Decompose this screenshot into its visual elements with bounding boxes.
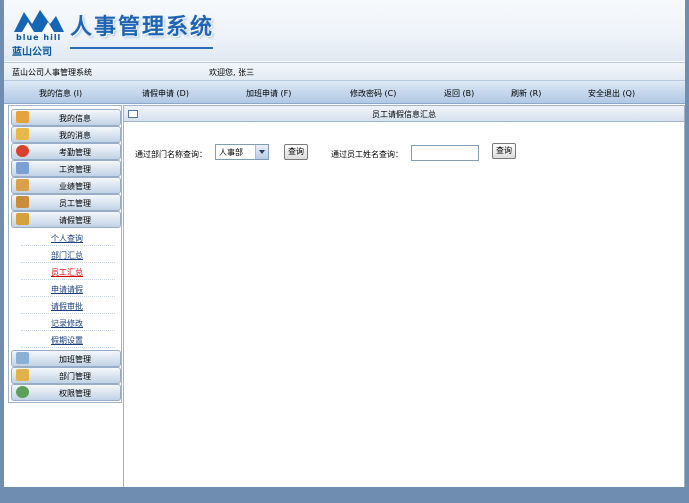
sub-leave-approval[interactable]: 请假审批 [21, 297, 115, 314]
top-menu-bar: 我的信息 (I) 请假申请 (D) 加班申请 (F) 修改密码 (C) 返回 (… [4, 81, 685, 104]
system-title: 人事管理系统 [70, 15, 215, 40]
nav-label: 请假管理 [59, 216, 91, 225]
sub-holiday-settings[interactable]: 假期设置 [21, 331, 115, 348]
welcome-text: 欢迎您, 张三 [209, 68, 255, 77]
department-select-value: 人事部 [219, 148, 243, 157]
nav-label: 员工管理 [59, 199, 91, 208]
nav-performance[interactable]: 业绩管理 [11, 177, 121, 194]
nav-department[interactable]: 部门管理 [11, 367, 121, 384]
leave-icon [16, 213, 29, 225]
header: blue hill 蓝山公司 人事管理系统 [4, 0, 685, 61]
nav-my-messages[interactable]: 我的消息 [11, 126, 121, 143]
nav-leave-management[interactable]: 请假管理 [11, 211, 121, 228]
nav-attendance[interactable]: 考勤管理 [11, 143, 121, 160]
document-money-icon [16, 162, 29, 174]
menu-refresh[interactable]: 刷新 (R) [511, 88, 541, 99]
sub-employee-summary[interactable]: 员工汇总 [21, 263, 115, 280]
logo-english-text: blue hill [16, 33, 62, 42]
nav-label: 部门管理 [59, 372, 91, 381]
nav-salary[interactable]: 工资管理 [11, 160, 121, 177]
sub-item-label[interactable]: 部门汇总 [51, 250, 83, 261]
sidebar: 我的信息 我的消息 考勤管理 工资管理 业绩管理 员工管理 请假管理 个人查询 … [8, 105, 122, 403]
menu-my-info[interactable]: 我的信息 (I) [39, 88, 82, 99]
folder-icon [16, 369, 29, 381]
menu-back[interactable]: 返回 (B) [444, 88, 474, 99]
sub-record-edit[interactable]: 记录修改 [21, 314, 115, 331]
nav-label: 工资管理 [59, 165, 91, 174]
app-window: blue hill 蓝山公司 人事管理系统 蓝山公司人事管理系统 欢迎您, 张三… [4, 0, 685, 487]
logo-company-name: 蓝山公司 [12, 47, 52, 58]
panel-title-bar: 员工请假信息汇总 [124, 106, 684, 122]
people-icon [16, 196, 29, 208]
nav-permissions[interactable]: 权限管理 [11, 384, 121, 401]
globe-icon [16, 386, 29, 398]
nav-label: 权限管理 [59, 389, 91, 398]
sub-item-label[interactable]: 记录修改 [51, 318, 83, 329]
nav-my-info[interactable]: 我的信息 [11, 109, 121, 126]
sub-apply-leave[interactable]: 申请请假 [21, 280, 115, 297]
mountain-logo-icon [14, 10, 64, 32]
nav-label: 加班管理 [59, 355, 91, 364]
box-icon [16, 179, 29, 191]
sub-item-label[interactable]: 请假审批 [51, 301, 83, 312]
menu-leave-request[interactable]: 请假申请 (D) [142, 88, 189, 99]
name-query-label: 通过员工姓名查询： [331, 150, 403, 159]
menu-overtime-request[interactable]: 加班申请 (F) [246, 88, 291, 99]
sub-personal-query[interactable]: 个人查询 [21, 229, 115, 246]
menu-logout[interactable]: 安全退出 (Q) [588, 88, 635, 99]
nav-overtime[interactable]: 加班管理 [11, 350, 121, 367]
sub-department-summary[interactable]: 部门汇总 [21, 246, 115, 263]
employee-name-input[interactable] [411, 145, 479, 161]
department-select[interactable]: 人事部 [215, 144, 269, 160]
main-panel: 员工请假信息汇总 通过部门名称查询： 人事部 查询 通过员工姓名查询： 查询 [123, 105, 685, 487]
title-underline [70, 47, 213, 49]
user-edit-icon [16, 111, 29, 123]
nav-label: 业绩管理 [59, 182, 91, 191]
menu-change-password[interactable]: 修改密码 (C) [350, 88, 396, 99]
panel-title: 员工请假信息汇总 [372, 110, 436, 119]
footer-bar [0, 487, 689, 503]
sub-item-label[interactable]: 个人查询 [51, 233, 83, 244]
sub-item-label[interactable]: 申请请假 [51, 284, 83, 295]
name-query-button[interactable]: 查询 [492, 143, 516, 159]
sub-item-label[interactable]: 员工汇总 [51, 267, 83, 278]
dept-query-button[interactable]: 查询 [284, 144, 308, 160]
company-system-name: 蓝山公司人事管理系统 [12, 68, 92, 77]
nav-label: 考勤管理 [59, 148, 91, 157]
chevron-down-icon[interactable] [255, 145, 268, 159]
message-icon [16, 128, 29, 140]
clock-icon [16, 145, 29, 157]
nav-label: 我的消息 [59, 131, 91, 140]
info-bar: 蓝山公司人事管理系统 欢迎您, 张三 [4, 62, 685, 81]
sub-item-label[interactable]: 假期设置 [51, 335, 83, 346]
dept-query-label: 通过部门名称查询： [135, 150, 207, 159]
nav-employees[interactable]: 员工管理 [11, 194, 121, 211]
nav-label: 我的信息 [59, 114, 91, 123]
pencil-icon [16, 352, 29, 364]
